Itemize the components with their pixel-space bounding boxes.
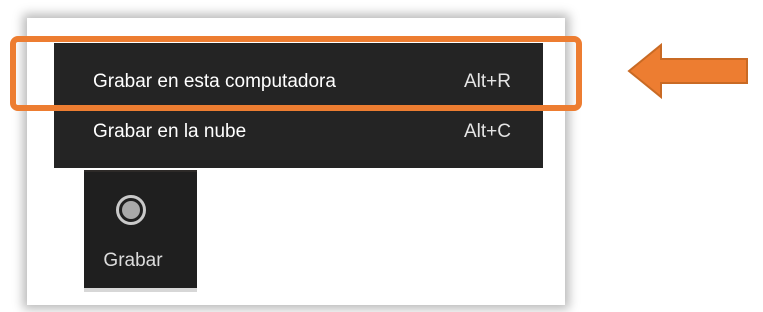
menu-item-shortcut: Alt+C — [464, 121, 511, 142]
menu-item-label: Grabar en la nube — [93, 121, 247, 142]
screenshot-stage: Grabar en esta computadora Alt+R Grabar … — [0, 0, 763, 312]
menu-item-record-cloud[interactable]: Grabar en la nube Alt+C — [54, 113, 543, 151]
highlight-box — [10, 36, 582, 111]
record-button-label: Grabar — [103, 250, 163, 271]
arrow-left-icon — [627, 42, 748, 100]
record-button-underline — [84, 288, 197, 292]
record-button[interactable]: Grabar — [84, 170, 197, 289]
record-icon — [116, 195, 146, 225]
